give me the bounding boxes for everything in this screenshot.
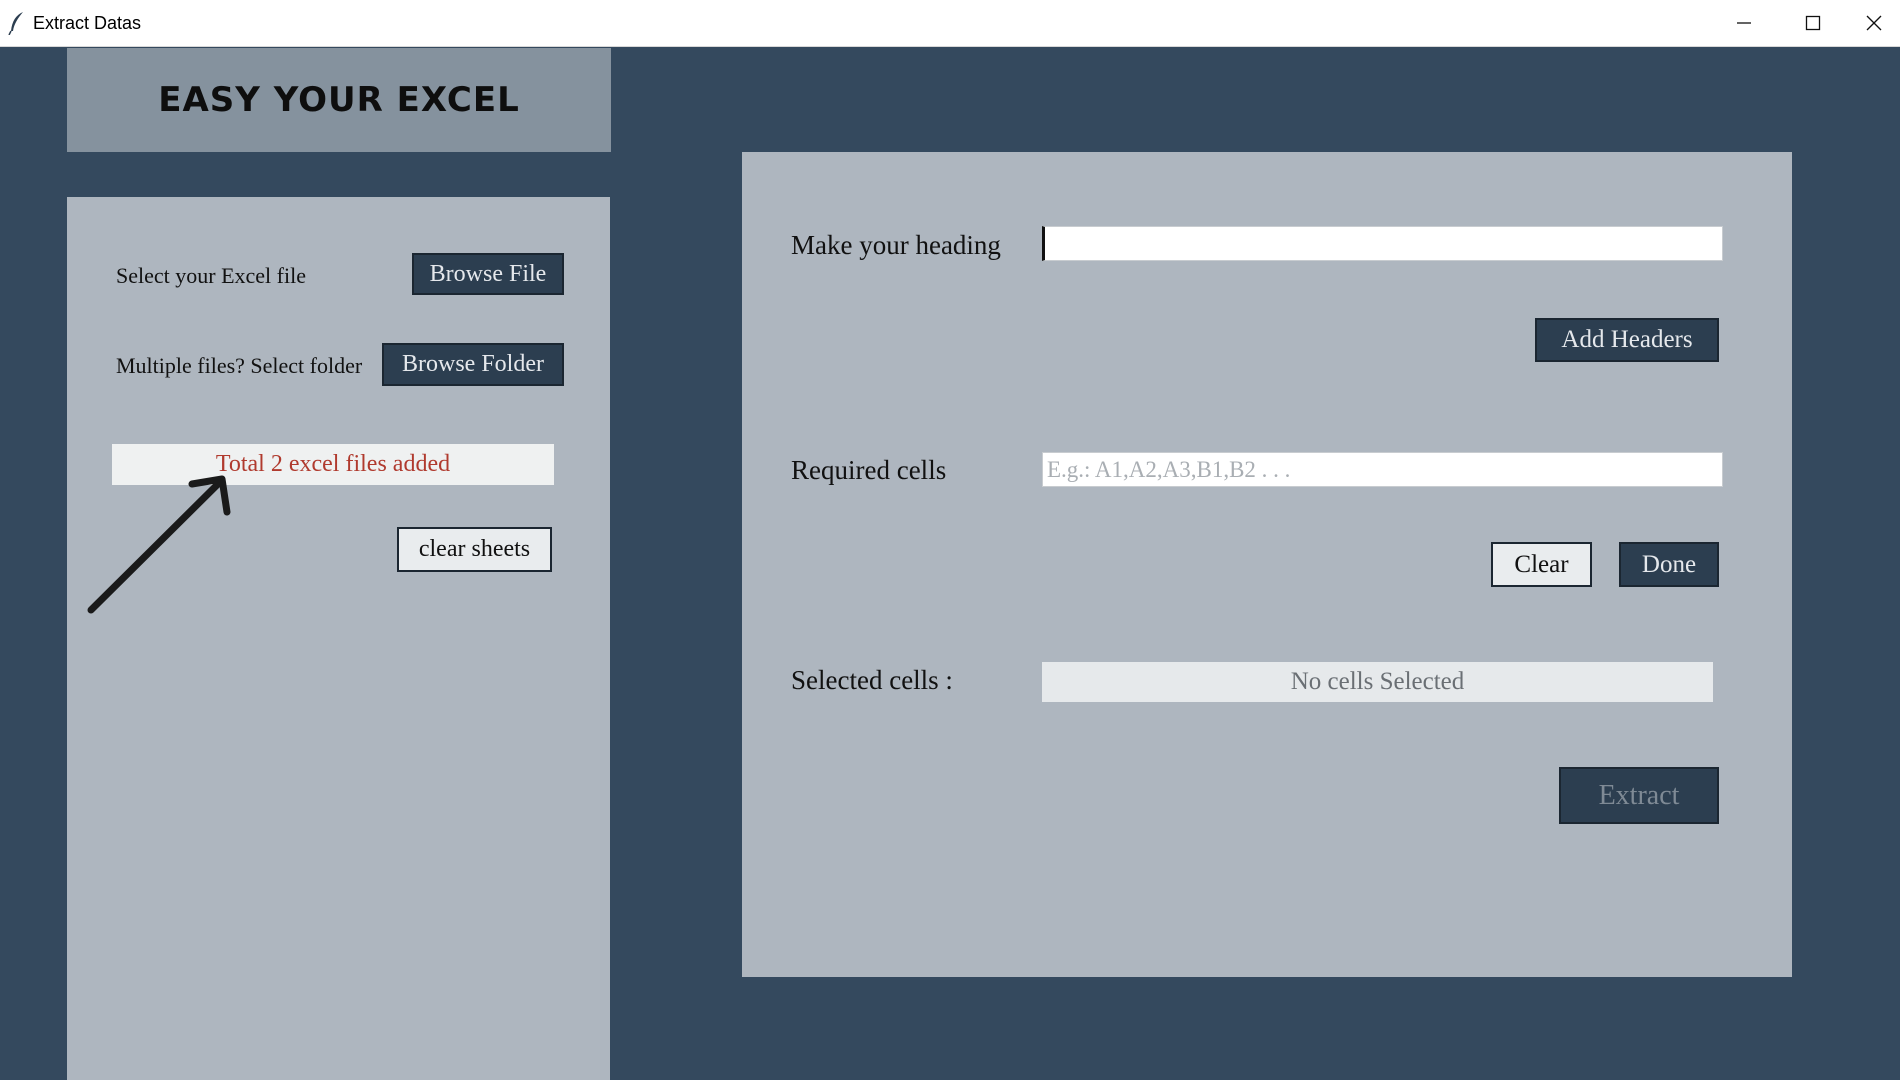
extraction-panel: Make your heading Add Headers Required c…	[742, 152, 1792, 977]
minimize-button[interactable]	[1709, 0, 1779, 46]
maximize-icon	[1805, 15, 1821, 31]
app-header: EASY YOUR EXCEL	[67, 48, 611, 152]
selected-cells-label: Selected cells :	[791, 665, 953, 695]
browse-folder-button[interactable]: Browse Folder	[382, 343, 564, 386]
window-titlebar: Extract Datas	[0, 0, 1900, 47]
arrow-annotation	[87, 475, 231, 614]
file-selection-panel: Select your Excel file Browse File Multi…	[67, 197, 610, 1080]
close-button[interactable]	[1848, 0, 1900, 46]
done-button[interactable]: Done	[1619, 542, 1719, 587]
selected-cells-display: No cells Selected	[1042, 662, 1713, 702]
feather-icon	[8, 11, 26, 36]
clear-button[interactable]: Clear	[1491, 542, 1592, 587]
window-title: Extract Datas	[33, 13, 142, 33]
maximize-button[interactable]	[1778, 0, 1848, 46]
required-cells-input[interactable]	[1042, 452, 1723, 487]
minimize-icon	[1737, 22, 1751, 24]
heading-label: Make your heading	[791, 230, 1001, 260]
heading-input[interactable]	[1042, 226, 1723, 261]
app-title: EASY YOUR EXCEL	[158, 80, 520, 120]
browse-file-button[interactable]: Browse File	[412, 253, 564, 295]
close-icon	[1866, 15, 1882, 31]
extract-button[interactable]: Extract	[1559, 767, 1719, 824]
clear-sheets-button[interactable]: clear sheets	[397, 527, 552, 572]
select-folder-label: Multiple files? Select folder	[116, 353, 363, 378]
add-headers-button[interactable]: Add Headers	[1535, 318, 1719, 362]
required-cells-label: Required cells	[791, 455, 947, 485]
select-file-label: Select your Excel file	[116, 263, 306, 288]
